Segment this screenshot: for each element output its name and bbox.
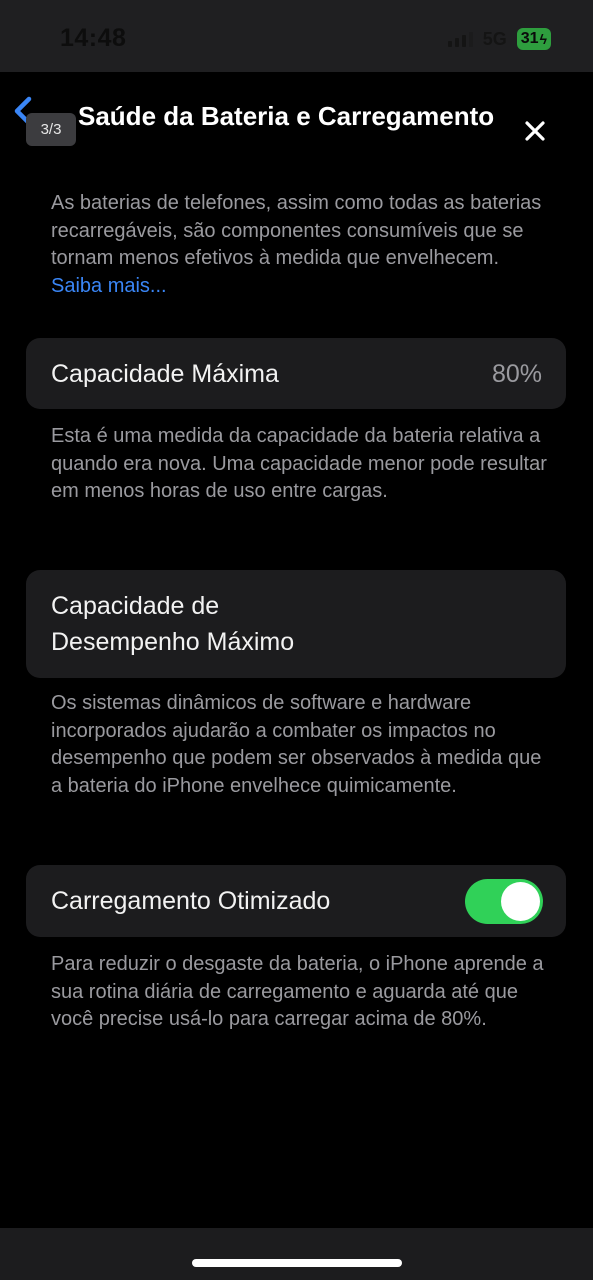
max-capacity-description: Esta é uma medida da capacidade da bater… <box>51 425 547 502</box>
close-icon[interactable] <box>522 118 548 144</box>
peak-performance-description: Os sistemas dinâmicos de software e hard… <box>51 692 542 797</box>
status-bar: 14:48 5G 31 ϟ <box>0 0 593 72</box>
peak-performance-label-line2: Desempenho Máximo <box>51 628 295 656</box>
toggle-knob <box>501 882 540 921</box>
intro-body: As baterias de telefones, assim como tod… <box>51 192 542 269</box>
screen: 14:48 5G 31 ϟ 3/3 Saúde da Bateria e Car… <box>0 0 593 1280</box>
optimized-charging-description: Para reduzir o desgaste da bateria, o iP… <box>51 953 544 1030</box>
home-indicator[interactable] <box>192 1259 402 1267</box>
network-type: 5G <box>482 28 507 49</box>
status-indicators: 5G 31 ϟ <box>447 28 551 50</box>
peak-performance-label-line1: Capacidade de <box>51 592 220 620</box>
learn-more-link[interactable]: Saiba mais... <box>51 275 167 297</box>
optimized-charging-label: Carregamento Otimizado <box>51 887 331 915</box>
charging-bolt-icon: ϟ <box>539 31 547 47</box>
battery-level: 31 <box>520 30 539 47</box>
max-capacity-row: Capacidade Máxima 80% <box>26 338 566 409</box>
max-capacity-value: 80% <box>491 360 542 388</box>
page-counter: 3/3 <box>26 113 76 146</box>
intro-text: As baterias de telefones, assim como tod… <box>51 190 551 300</box>
battery-icon: 31 ϟ <box>516 28 551 50</box>
optimized-charging-toggle[interactable] <box>465 879 543 924</box>
bottom-bar <box>0 1228 593 1280</box>
signal-icon <box>447 31 473 47</box>
peak-performance-row: Capacidade de Desempenho Máximo <box>26 570 566 678</box>
optimized-charging-row: Carregamento Otimizado <box>26 865 566 937</box>
status-time: 14:48 <box>60 24 127 52</box>
max-capacity-label: Capacidade Máxima <box>51 360 279 388</box>
page-title: Saúde da Bateria e Carregamento <box>78 101 495 131</box>
